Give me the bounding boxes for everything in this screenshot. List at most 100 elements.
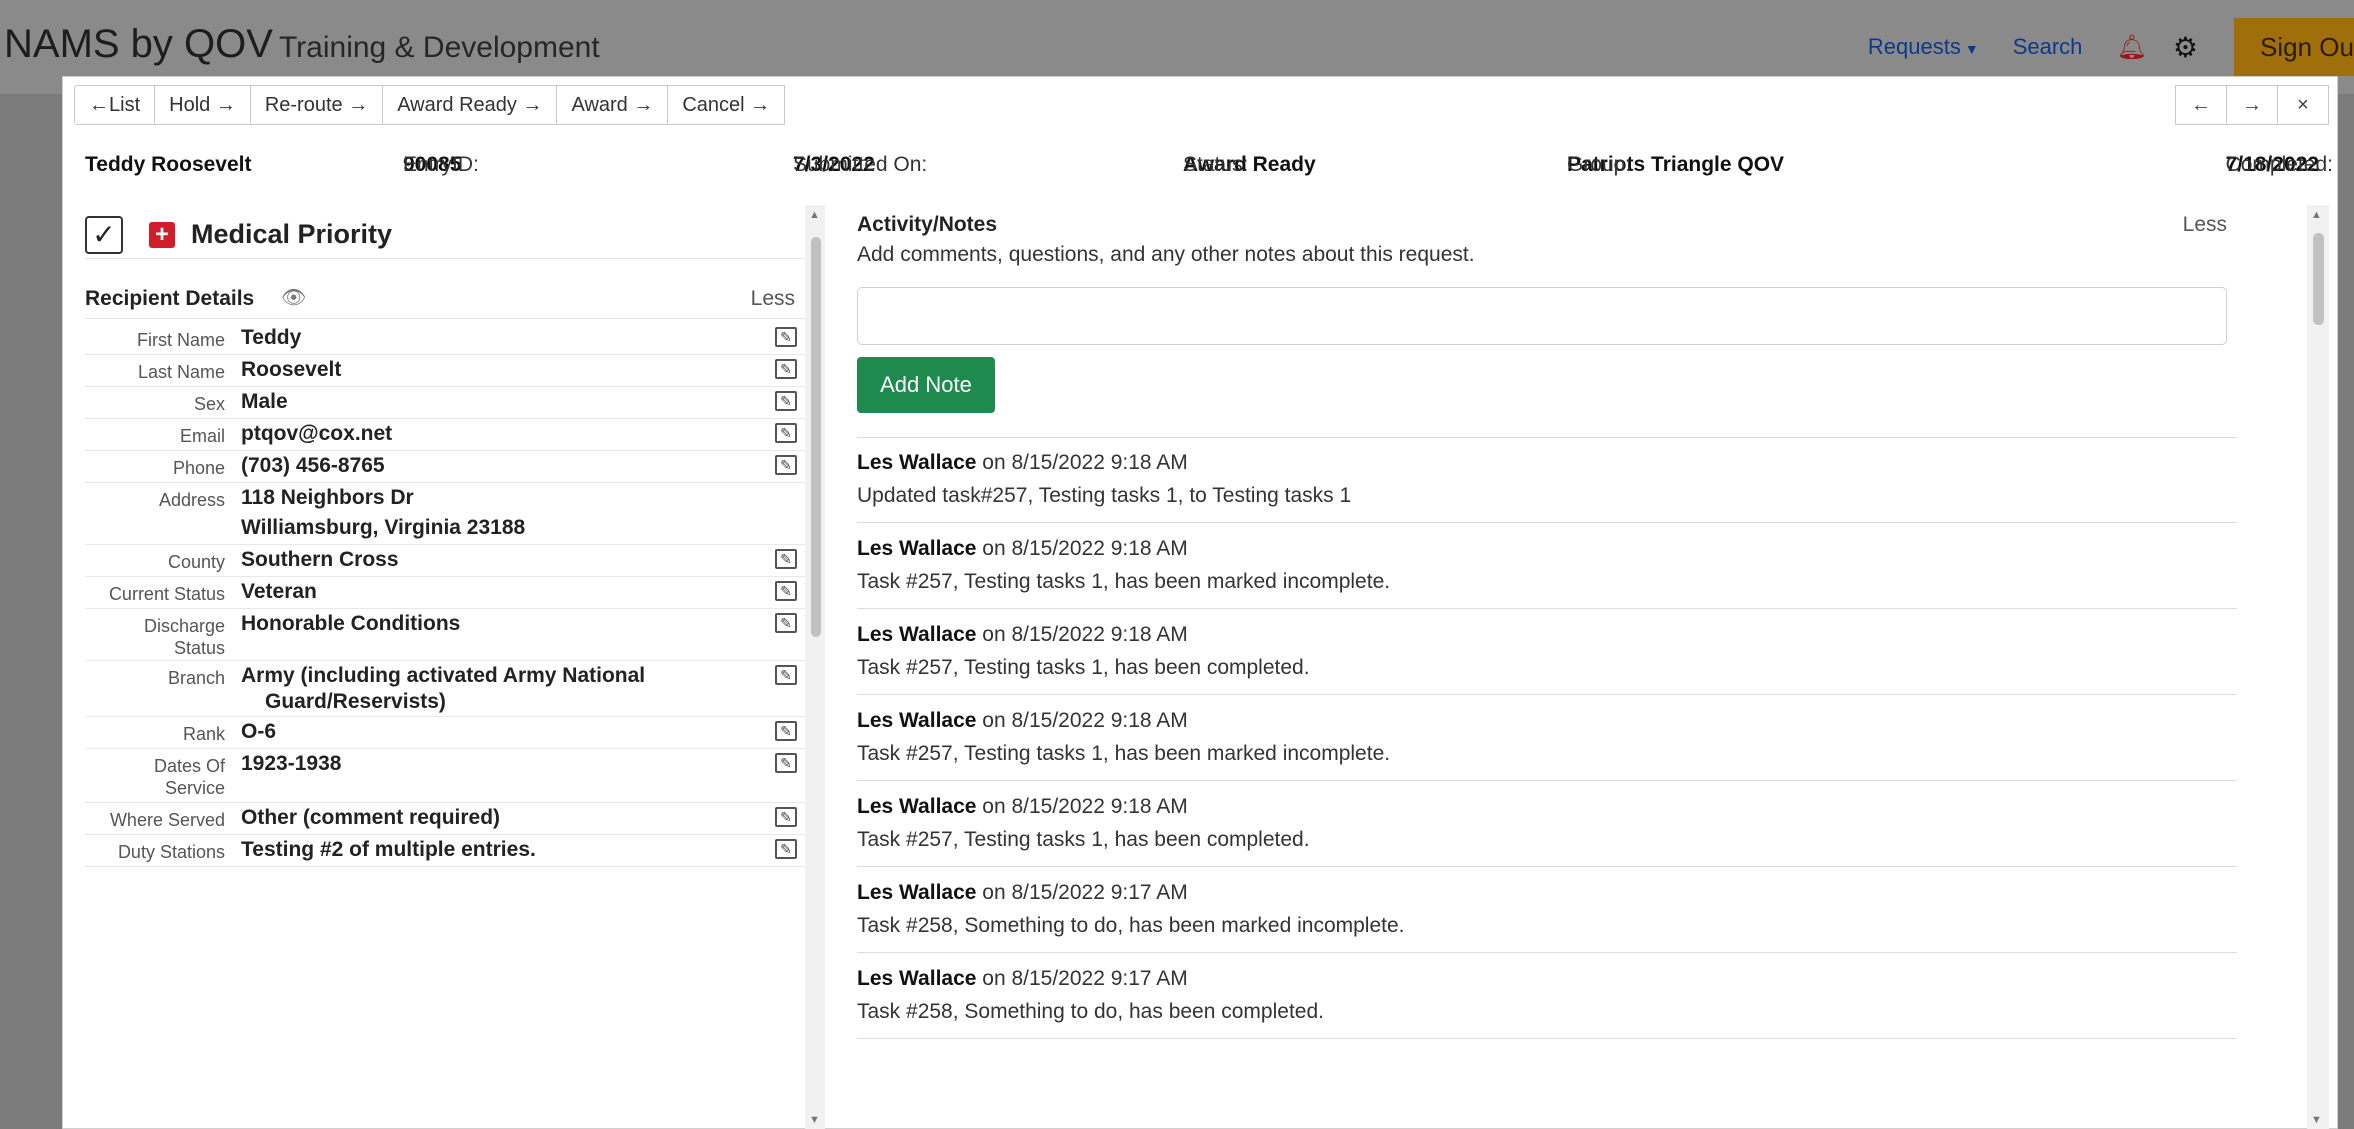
field-value: 118 Neighbors Dr	[241, 486, 414, 509]
note-text: Task #257, Testing tasks 1, has been com…	[857, 656, 1310, 679]
close-button[interactable]: ×	[2277, 85, 2329, 125]
edit-icon[interactable]: ✎	[775, 581, 797, 601]
note-item: Les Wallace on 8/15/2022 9:17 AM Task #2…	[857, 867, 2237, 953]
field-label: Where Served	[109, 810, 225, 830]
field-label: Rank	[182, 724, 225, 744]
edit-icon[interactable]: ✎	[775, 423, 797, 443]
recipient-details-header: Recipient Details 👁︎ Less	[85, 279, 805, 319]
edit-icon[interactable]: ✎	[775, 807, 797, 827]
note-meta: Les Wallace on 8/15/2022 9:17 AM	[857, 881, 1188, 904]
app-brand[interactable]: NAMS by QOV Training & Development	[4, 22, 600, 67]
field-label: Discharge	[143, 616, 225, 636]
scroll-down-icon[interactable]: ▼	[2311, 1114, 2322, 1126]
recipient-less-toggle[interactable]: Less	[751, 287, 795, 311]
medical-priority-label: Medical Priority	[191, 219, 393, 249]
note-meta: Les Wallace on 8/15/2022 9:18 AM	[857, 623, 1188, 646]
field-label: County	[167, 552, 225, 572]
search-link[interactable]: Search	[2013, 34, 2083, 60]
medical-priority-checkbox[interactable]: ✓	[85, 215, 123, 254]
award-ready-button[interactable]: Award Ready →	[382, 85, 558, 125]
recipient-details-title: Recipient Details	[85, 287, 255, 310]
scroll-up-icon[interactable]: ▲	[809, 209, 820, 221]
edit-icon[interactable]: ✎	[775, 839, 797, 859]
add-note-button[interactable]: Add Note	[857, 357, 995, 413]
activity-less-toggle[interactable]: Less	[2183, 213, 2227, 237]
completed: Completed: 7/18/2022	[2225, 153, 2333, 176]
scroll-up-icon[interactable]: ▲	[2311, 209, 2322, 221]
edit-icon[interactable]: ✎	[775, 327, 797, 347]
field-label: First Name	[136, 330, 225, 350]
field-label: Sex	[193, 394, 225, 414]
note-item: Les Wallace on 8/15/2022 9:18 AM Updated…	[857, 437, 2237, 523]
edit-icon[interactable]: ✎	[775, 549, 797, 569]
edit-icon[interactable]: ✎	[775, 721, 797, 741]
gear-icon[interactable]: ⚙	[2173, 31, 2198, 64]
activity-scrollbar[interactable]: ▲ ▼	[2307, 205, 2329, 1129]
field-value: Roosevelt	[241, 358, 342, 381]
note-text: Updated task#257, Testing tasks 1, to Te…	[857, 484, 1352, 507]
edit-icon[interactable]: ✎	[775, 359, 797, 379]
hold-button[interactable]: Hold →	[154, 85, 251, 125]
field-value: O-6	[241, 720, 277, 743]
field-label-line2: Status	[173, 638, 225, 658]
field-label: Duty Stations	[117, 842, 225, 862]
field-sex: Sex Male ✎	[85, 387, 805, 419]
group: Group: Patriots Triangle QOV	[1567, 153, 1785, 176]
note-meta: Les Wallace on 8/15/2022 9:17 AM	[857, 967, 1188, 990]
note-item: Les Wallace on 8/15/2022 9:18 AM Task #2…	[857, 695, 2237, 781]
field-value: Testing #2 of multiple entries.	[241, 838, 536, 861]
back-to-list-button[interactable]: ←List	[74, 85, 156, 125]
note-meta: Les Wallace on 8/15/2022 9:18 AM	[857, 709, 1188, 732]
field-value: 1923-1938	[241, 752, 342, 775]
field-label: Phone	[172, 458, 225, 478]
field-current-status: Current Status Veteran ✎	[85, 577, 805, 609]
field-county: County Southern Cross ✎	[85, 545, 805, 577]
recipient-scrollbar[interactable]: ▲ ▼	[805, 205, 825, 1129]
eye-icon[interactable]: 👁︎	[281, 285, 306, 310]
field-address: Address 118 Neighbors Dr Williamsburg, V…	[85, 483, 805, 545]
field-value: Other (comment required)	[241, 806, 501, 829]
edit-icon[interactable]: ✎	[775, 613, 797, 633]
requests-menu[interactable]: Requests ▼	[1868, 34, 1979, 60]
requests-label: Requests	[1867, 34, 1961, 59]
medical-priority-row: ✓ + Medical Priority	[85, 211, 805, 259]
field-last-name: Last Name Roosevelt ✎	[85, 355, 805, 387]
reroute-button[interactable]: Re-route →	[249, 85, 384, 125]
note-text: Task #258, Something to do, has been com…	[857, 1000, 1324, 1023]
note-text: Task #258, Something to do, has been mar…	[857, 914, 1405, 937]
field-value: Veteran	[241, 580, 317, 603]
brand-subtitle: Training & Development	[278, 31, 600, 64]
note-text: Task #257, Testing tasks 1, has been mar…	[857, 742, 1391, 765]
edit-icon[interactable]: ✎	[775, 665, 797, 685]
request-modal: ←List Hold → Re-route → Award Ready → Aw…	[62, 76, 2338, 1129]
note-meta: Les Wallace on 8/15/2022 9:18 AM	[857, 451, 1188, 474]
request-summary: Teddy Roosevelt EntryID: 90085 Submitted…	[63, 153, 2337, 193]
previous-button[interactable]: ←	[2175, 85, 2227, 125]
bell-icon[interactable]: 🔔︎	[2116, 33, 2146, 62]
award-button[interactable]: Award →	[556, 85, 669, 125]
scrollbar-thumb[interactable]	[2313, 233, 2324, 325]
brand-name: NAMS by QOV	[4, 22, 273, 66]
signout-button[interactable]: Sign Out	[2234, 18, 2354, 76]
field-value-line2: Williamsburg, Virginia 23188	[241, 516, 526, 539]
note-meta: Les Wallace on 8/15/2022 9:18 AM	[857, 795, 1188, 818]
field-first-name: First Name Teddy ✎	[85, 323, 805, 355]
recipient-name: Teddy Roosevelt	[85, 153, 252, 176]
field-label: Address	[158, 490, 225, 510]
field-value: Honorable Conditions	[241, 612, 461, 635]
note-input[interactable]	[857, 287, 2227, 345]
field-rank: Rank O-6 ✎	[85, 717, 805, 749]
cancel-button[interactable]: Cancel →	[667, 85, 786, 125]
scroll-down-icon[interactable]: ▼	[809, 1114, 820, 1126]
edit-icon[interactable]: ✎	[775, 391, 797, 411]
submitted-on: Submitted On: 7/3/2022	[793, 153, 928, 176]
field-phone: Phone (703) 456-8765 ✎	[85, 451, 805, 483]
edit-icon[interactable]: ✎	[775, 753, 797, 773]
scrollbar-thumb[interactable]	[811, 237, 821, 637]
next-button[interactable]: →	[2226, 85, 2278, 125]
field-value: ptqov@cox.net	[241, 422, 393, 445]
activity-title: Activity/Notes	[857, 213, 998, 236]
field-where-served: Where Served Other (comment required) ✎	[85, 803, 805, 835]
edit-icon[interactable]: ✎	[775, 455, 797, 475]
field-label: Email	[179, 426, 225, 446]
